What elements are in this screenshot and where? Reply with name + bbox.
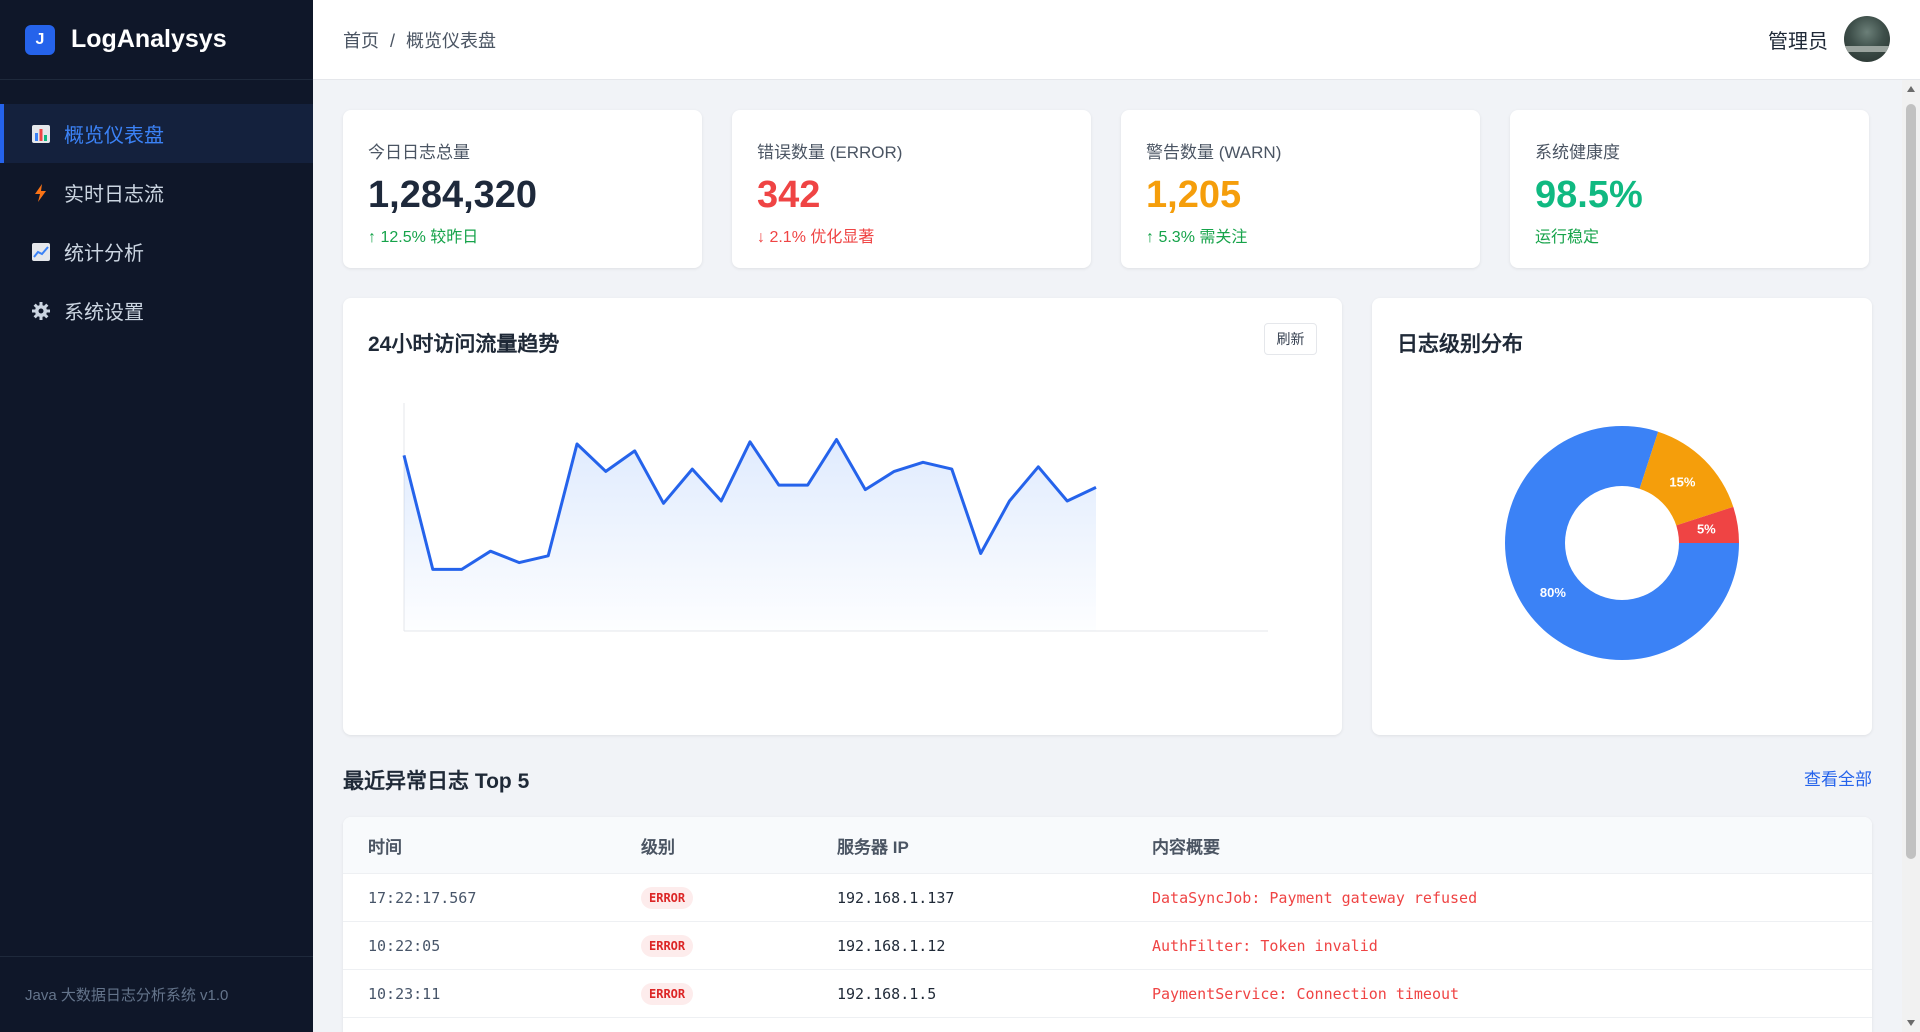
stat-card-health: 系统健康度 98.5% 运行稳定: [1510, 110, 1869, 268]
stat-label: 今日日志总量: [368, 143, 470, 162]
user-menu[interactable]: 管理员: [1768, 16, 1890, 62]
log-level-pie-chart: 80% 15% 5%: [1505, 426, 1739, 660]
sidebar-item-label: 统计分析: [64, 243, 144, 265]
stat-value: 98.5%: [1535, 174, 1643, 216]
table-row[interactable]: 10:23:11 ERROR 192.168.1.5 PaymentServic…: [343, 969, 1872, 1017]
stat-change: ↑ 12.5% 较昨日: [368, 228, 479, 246]
pie-hole: [1565, 486, 1679, 600]
view-all-link[interactable]: 查看全部: [1804, 765, 1872, 790]
stats-row: 今日日志总量 1,284,320 ↑ 12.5% 较昨日 错误数量 (ERROR…: [343, 110, 1872, 268]
row-ip: 192.168.1.12: [837, 936, 946, 955]
scroll-up-arrow-icon[interactable]: [1907, 86, 1915, 92]
breadcrumb-current: 概览仪表盘: [406, 30, 497, 51]
stat-value: 1,284,320: [368, 174, 538, 216]
stat-change: 运行稳定: [1535, 228, 1600, 246]
traffic-trend-chart: [402, 403, 1268, 632]
sidebar-item-realtime[interactable]: 实时日志流: [0, 163, 313, 222]
row-ip: 192.168.1.137: [837, 888, 955, 907]
page-scrollbar[interactable]: [1902, 80, 1920, 1032]
recent-errors-table: 时间 级别 服务器 IP 内容概要 17:22:17.567 ERROR 192…: [343, 817, 1872, 1032]
row-level-cell: ERROR: [641, 886, 837, 909]
sidebar: J LogAnalysys 概览仪表盘 实时日志流 统计分析 系统设置 Java…: [0, 0, 313, 1032]
table-header: 时间 级别 服务器 IP 内容概要: [343, 817, 1872, 873]
row-summary: PaymentService: Connection timeout: [1152, 984, 1460, 1003]
row-time: 10:23:11: [368, 984, 441, 1003]
stat-value: 342: [757, 174, 821, 216]
log-level-distribution-card: 日志级别分布 80% 15% 5%: [1372, 298, 1872, 735]
sidebar-item-dashboard[interactable]: 概览仪表盘: [0, 104, 313, 163]
level-badge: ERROR: [641, 982, 694, 1005]
row-time: 10:22:05: [368, 936, 441, 955]
sidebar-item-settings[interactable]: 系统设置: [0, 281, 313, 340]
charts-row: 24小时访问流量趋势 刷新 日志级别分布 80% 15% 5%: [343, 298, 1872, 735]
sidebar-item-label: 概览仪表盘: [64, 125, 164, 147]
stat-label: 警告数量 (WARN): [1146, 143, 1282, 162]
row-ip: 192.168.1.5: [837, 984, 937, 1003]
brand-logo: J: [25, 24, 55, 55]
avatar[interactable]: [1844, 16, 1890, 62]
brand-name: LogAnalysys: [71, 25, 227, 53]
stat-card-total-logs: 今日日志总量 1,284,320 ↑ 12.5% 较昨日: [343, 110, 702, 268]
stat-label: 系统健康度: [1535, 143, 1620, 162]
stat-card-warnings: 警告数量 (WARN) 1,205 ↑ 5.3% 需关注: [1121, 110, 1480, 268]
line-chart-icon: [30, 241, 52, 263]
gear-icon: [30, 300, 52, 322]
breadcrumb-home[interactable]: 首页: [343, 31, 379, 51]
stat-label: 错误数量 (ERROR): [757, 143, 903, 162]
main-content: 今日日志总量 1,284,320 ↑ 12.5% 较昨日 错误数量 (ERROR…: [343, 110, 1872, 1032]
pie-slice-label: 80%: [1540, 585, 1566, 600]
scroll-down-arrow-icon[interactable]: [1907, 1020, 1915, 1026]
row-level-cell: ERROR: [641, 934, 837, 957]
traffic-trend-card: 24小时访问流量趋势 刷新: [343, 298, 1342, 735]
column-header-time: 时间: [368, 837, 402, 857]
column-header-level: 级别: [641, 837, 675, 857]
row-summary: DataSyncJob: Payment gateway refused: [1152, 888, 1478, 907]
level-badge: ERROR: [641, 934, 694, 957]
sidebar-item-statistics[interactable]: 统计分析: [0, 222, 313, 281]
breadcrumb: 首页 / 概览仪表盘: [343, 27, 496, 53]
stat-change: ↓ 2.1% 优化显著: [757, 228, 875, 246]
sidebar-item-label: 实时日志流: [64, 184, 164, 206]
top-bar: 首页 / 概览仪表盘 管理员: [313, 0, 1920, 80]
table-row[interactable]: 10:22:05 ERROR 192.168.1.12 AuthFilter: …: [343, 921, 1872, 969]
table-row[interactable]: [343, 1017, 1872, 1032]
sidebar-item-label: 系统设置: [64, 302, 144, 324]
recent-errors-title: 最近异常日志 Top 5: [343, 770, 530, 793]
pie-slice-label: 15%: [1669, 475, 1695, 490]
bar-chart-icon: [30, 123, 52, 145]
stat-value: 1,205: [1146, 174, 1242, 216]
pie-slice-label: 5%: [1697, 522, 1716, 537]
recent-errors-header: 最近异常日志 Top 5 查看全部: [343, 765, 1872, 805]
breadcrumb-separator: /: [390, 30, 396, 51]
stat-change: ↑ 5.3% 需关注: [1146, 228, 1248, 246]
column-header-summary: 内容概要: [1152, 837, 1220, 857]
lightning-icon: [30, 182, 52, 204]
row-level-cell: ERROR: [641, 982, 837, 1005]
table-row[interactable]: 17:22:17.567 ERROR 192.168.1.137 DataSyn…: [343, 873, 1872, 921]
sidebar-footer: Java 大数据日志分析系统 v1.0: [0, 956, 313, 1032]
brand[interactable]: J LogAnalysys: [0, 0, 313, 80]
stat-card-errors: 错误数量 (ERROR) 342 ↓ 2.1% 优化显著: [732, 110, 1091, 268]
level-badge: ERROR: [641, 886, 694, 909]
column-header-ip: 服务器 IP: [837, 837, 909, 857]
row-summary: AuthFilter: Token invalid: [1152, 936, 1378, 955]
scroll-thumb[interactable]: [1906, 104, 1916, 859]
row-time: 17:22:17.567: [368, 888, 477, 907]
user-name: 管理员: [1768, 30, 1828, 53]
sidebar-nav: 概览仪表盘 实时日志流 统计分析 系统设置: [0, 104, 313, 340]
